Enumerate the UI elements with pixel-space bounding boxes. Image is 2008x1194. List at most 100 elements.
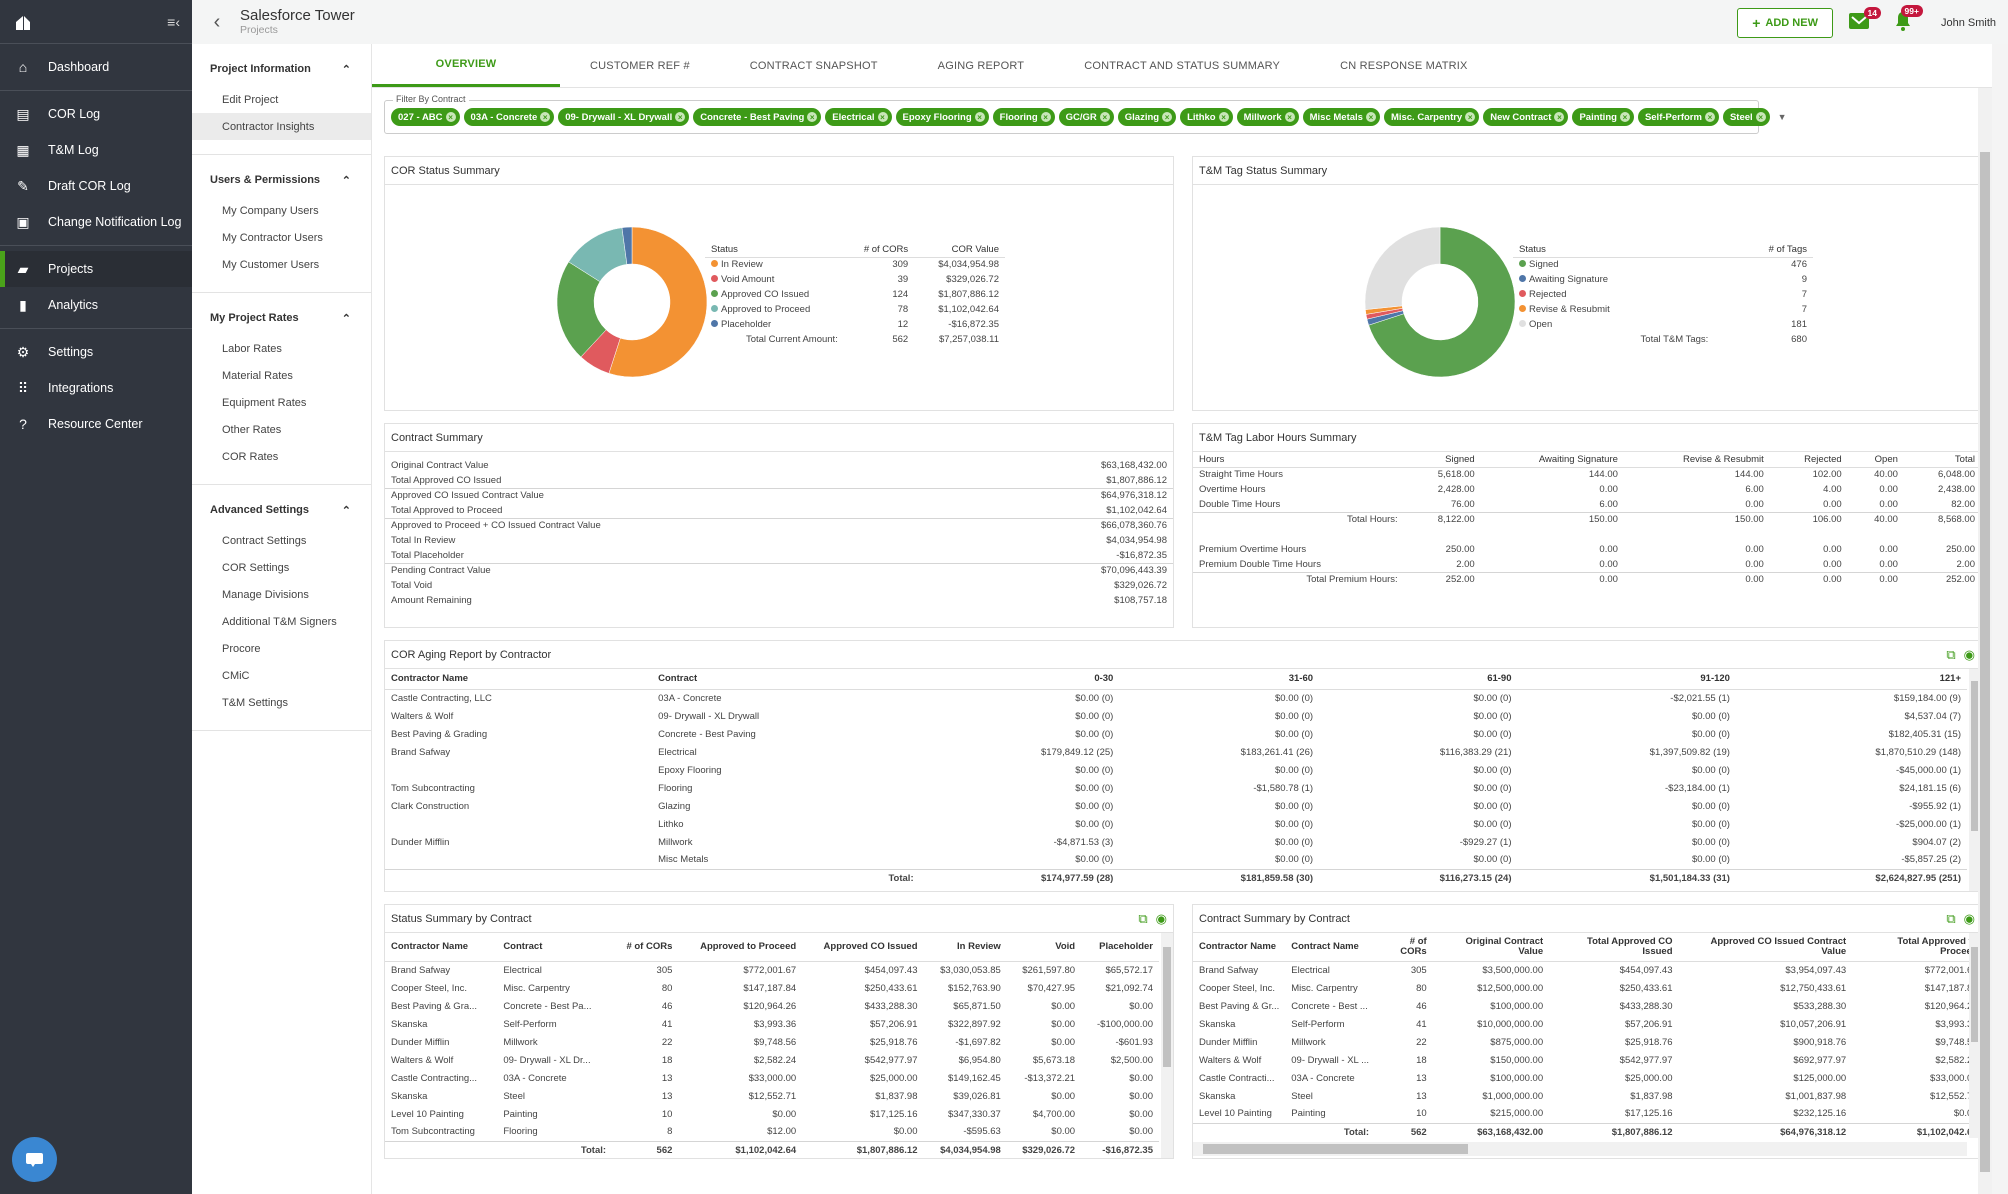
subnav-item-my-company-users[interactable]: My Company Users xyxy=(192,197,371,224)
filter-chip[interactable]: 03A - Concrete × xyxy=(463,108,555,126)
filter-chip[interactable]: Millwork × xyxy=(1236,108,1299,126)
filter-chip[interactable]: Steel × xyxy=(1722,108,1770,126)
subnav-item-material-rates[interactable]: Material Rates xyxy=(192,362,371,389)
tab-contract-and-status-summary[interactable]: CONTRACT AND STATUS SUMMARY xyxy=(1054,44,1310,87)
remove-chip-icon[interactable]: × xyxy=(540,112,551,122)
breadcrumb-projects[interactable]: Projects xyxy=(240,24,355,36)
cell-text: $1,870,510.29 (148) xyxy=(1875,746,1961,758)
tab-customer-ref[interactable]: CUSTOMER REF # xyxy=(560,44,720,87)
page-scrollbar[interactable] xyxy=(1978,88,1992,1194)
filter-chip[interactable]: Electrical × xyxy=(825,108,892,126)
remove-chip-icon[interactable]: × xyxy=(1365,112,1376,122)
collapse-menu-icon[interactable]: ≡‹ xyxy=(167,14,180,30)
tab-contract-snapshot[interactable]: CONTRACT SNAPSHOT xyxy=(720,44,908,87)
subnav-item-my-customer-users[interactable]: My Customer Users xyxy=(192,251,371,278)
subnav-item-cor-settings[interactable]: COR Settings xyxy=(192,554,371,581)
contract-table-hscrollbar[interactable] xyxy=(1193,1142,1967,1156)
subnav-item-edit-project[interactable]: Edit Project xyxy=(192,86,371,113)
nav-item-analytics[interactable]: ▮ Analytics xyxy=(0,287,192,323)
nav-item-resource-center[interactable]: ? Resource Center xyxy=(0,406,192,442)
remove-chip-icon[interactable]: × xyxy=(1284,112,1295,122)
dropdown-arrow-icon[interactable]: ▼ xyxy=(1778,112,1787,122)
subnav-item-my-contractor-users[interactable]: My Contractor Users xyxy=(192,224,371,251)
subnav-item-equipment-rates[interactable]: Equipment Rates xyxy=(192,389,371,416)
tab-overview[interactable]: OVERVIEW xyxy=(372,44,560,87)
remove-chip-icon[interactable]: × xyxy=(1099,112,1110,122)
chevron-up-icon[interactable]: ⌃ xyxy=(342,312,351,325)
eye-icon[interactable]: ◉ xyxy=(1964,911,1975,927)
export-icon[interactable]: ⧉ xyxy=(1946,647,1955,663)
filter-chip[interactable]: Concrete - Best Paving × xyxy=(693,108,822,126)
subnav-item-t-m-settings[interactable]: T&M Settings xyxy=(192,689,371,716)
section-header[interactable]: Users & Permissions ⌃ xyxy=(192,169,371,191)
cell-text: 150.00 xyxy=(1623,511,1770,527)
filter-chip[interactable]: Glazing × xyxy=(1117,108,1177,126)
filter-chip[interactable]: Misc. Carpentry × xyxy=(1383,108,1480,126)
remove-chip-icon[interactable]: × xyxy=(1619,112,1630,122)
subnav-item-contract-settings[interactable]: Contract Settings xyxy=(192,527,371,554)
remove-chip-icon[interactable]: × xyxy=(1554,112,1565,122)
status-table-scrollbar[interactable] xyxy=(1161,933,1173,1158)
filter-chip[interactable]: Painting × xyxy=(1572,108,1634,126)
subnav-item-manage-divisions[interactable]: Manage Divisions xyxy=(192,581,371,608)
cell-text: $33,000.00 xyxy=(1930,1072,1978,1084)
nav-item-cor-log[interactable]: ▤ COR Log xyxy=(0,96,192,132)
filter-chip[interactable]: Flooring × xyxy=(992,108,1055,126)
summary-row: Approved CO Issued Contract Value $64,976… xyxy=(385,487,1173,503)
remove-chip-icon[interactable]: × xyxy=(974,112,985,122)
export-icon[interactable]: ⧉ xyxy=(1946,911,1955,927)
chevron-up-icon[interactable]: ⌃ xyxy=(342,174,351,187)
nav-item-projects[interactable]: ▰ Projects xyxy=(0,251,192,287)
section-header[interactable]: My Project Rates ⌃ xyxy=(192,307,371,329)
tab-aging-report[interactable]: AGING REPORT xyxy=(908,44,1055,87)
chevron-up-icon[interactable]: ⌃ xyxy=(342,504,351,517)
subnav-item-contractor-insights[interactable]: Contractor Insights xyxy=(192,113,371,140)
filter-chip[interactable]: 09- Drywall - XL Drywall × xyxy=(558,108,690,126)
cell-text: $0.00 xyxy=(893,1126,918,1138)
filter-chip[interactable]: Misc Metals × xyxy=(1302,108,1380,126)
mail-button[interactable]: 14 xyxy=(1848,6,1881,34)
subnav-item-additional-t-m-signers[interactable]: Additional T&M Signers xyxy=(192,608,371,635)
remove-chip-icon[interactable]: × xyxy=(445,112,456,122)
tab-cn-response-matrix[interactable]: CN RESPONSE MATRIX xyxy=(1310,44,1497,87)
remove-chip-icon[interactable]: × xyxy=(1162,112,1173,122)
export-icon[interactable]: ⧉ xyxy=(1138,911,1147,927)
contract-filter[interactable]: Filter By Contract 027 - ABC × 03A - Concr… xyxy=(384,94,1787,134)
user-menu[interactable]: John Smith xyxy=(1941,17,1996,29)
remove-chip-icon[interactable]: × xyxy=(675,112,686,122)
subnav-item-cmic[interactable]: CMiC xyxy=(192,662,371,689)
nav-item-t-m-log[interactable]: ▦ T&M Log xyxy=(0,132,192,168)
eye-icon[interactable]: ◉ xyxy=(1156,911,1167,927)
subnav-item-other-rates[interactable]: Other Rates xyxy=(192,416,371,443)
subnav-item-labor-rates[interactable]: Labor Rates xyxy=(192,335,371,362)
nav-item-change-notification-log[interactable]: ▣ Change Notification Log xyxy=(0,204,192,240)
remove-chip-icon[interactable]: × xyxy=(1704,112,1715,122)
notifications-button[interactable]: 99+ xyxy=(1895,4,1923,36)
remove-chip-icon[interactable]: × xyxy=(1040,112,1051,122)
eye-icon[interactable]: ◉ xyxy=(1964,647,1975,663)
nav-item-dashboard[interactable]: ⌂ Dashboard xyxy=(0,49,192,85)
chevron-up-icon[interactable]: ⌃ xyxy=(342,63,351,76)
subnav-item-procore[interactable]: Procore xyxy=(192,635,371,662)
remove-chip-icon[interactable]: × xyxy=(877,112,888,122)
donut-slice-open[interactable] xyxy=(1364,226,1441,310)
nav-item-integrations[interactable]: ⠿ Integrations xyxy=(0,370,192,406)
filter-chip[interactable]: GC/GR × xyxy=(1058,108,1114,126)
filter-chip[interactable]: New Contract × xyxy=(1483,108,1569,126)
remove-chip-icon[interactable]: × xyxy=(807,112,818,122)
remove-chip-icon[interactable]: × xyxy=(1755,112,1766,122)
filter-chip[interactable]: Epoxy Flooring × xyxy=(895,108,989,126)
nav-item-draft-cor-log[interactable]: ✎ Draft COR Log xyxy=(0,168,192,204)
remove-chip-icon[interactable]: × xyxy=(1465,112,1476,122)
remove-chip-icon[interactable]: × xyxy=(1218,112,1229,122)
subnav-item-cor-rates[interactable]: COR Rates xyxy=(192,443,371,470)
filter-chip[interactable]: 027 - ABC × xyxy=(391,108,460,126)
add-new-button[interactable]: + ADD NEW xyxy=(1737,8,1833,38)
filter-chip[interactable]: Self-Perform × xyxy=(1637,108,1719,126)
chat-support-button[interactable] xyxy=(12,1137,57,1182)
back-arrow-icon[interactable]: ‹ xyxy=(202,11,232,34)
section-header[interactable]: Advanced Settings ⌃ xyxy=(192,499,371,521)
filter-chip[interactable]: Lithko × xyxy=(1180,108,1233,126)
nav-item-settings[interactable]: ⚙ Settings xyxy=(0,334,192,370)
section-header[interactable]: Project Information ⌃ xyxy=(192,58,371,80)
